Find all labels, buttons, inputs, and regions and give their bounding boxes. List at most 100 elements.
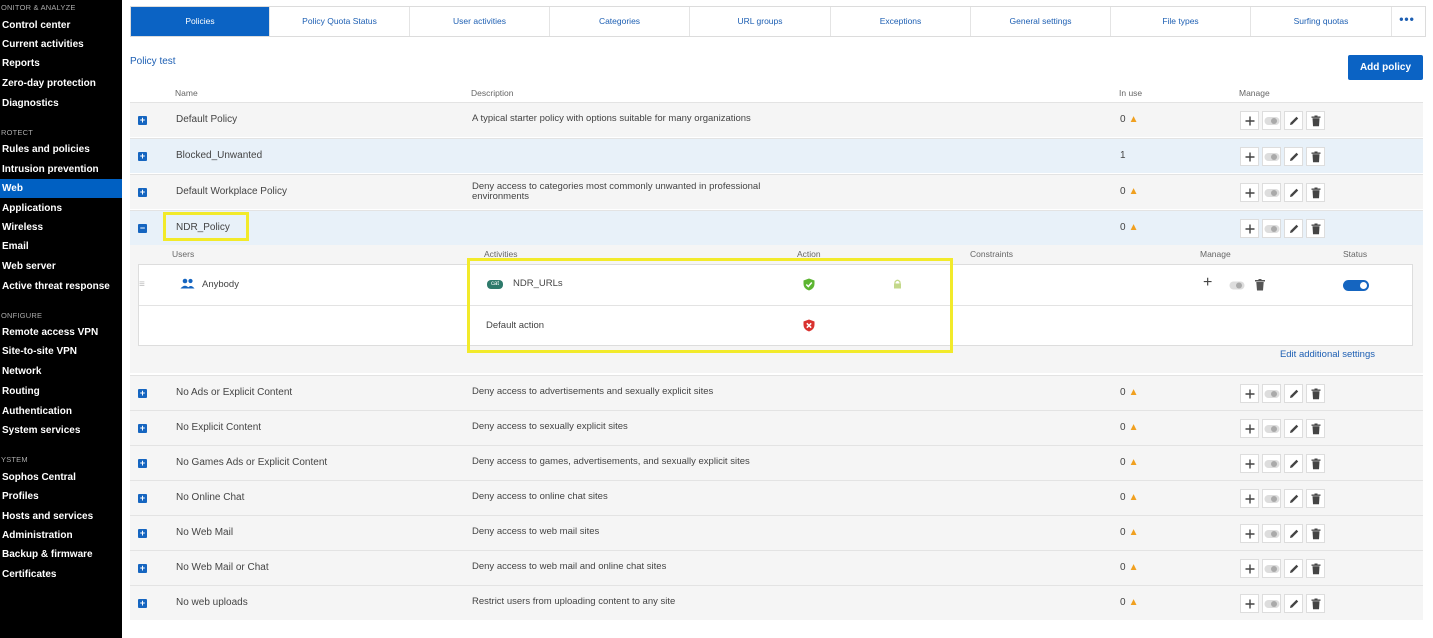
add-rule-icon[interactable]: + bbox=[1203, 274, 1212, 292]
clone-policy-button[interactable] bbox=[1262, 219, 1281, 238]
policy-row[interactable]: + No Ads or Explicit Content Deny access t… bbox=[130, 375, 1423, 410]
delete-policy-button[interactable] bbox=[1306, 219, 1325, 238]
tab-user-activities[interactable]: User activities bbox=[410, 7, 550, 36]
sidebar-item-current-activities[interactable]: Current activities bbox=[0, 35, 122, 54]
tab-general-settings[interactable]: General settings bbox=[971, 7, 1111, 36]
sidebar-item-reports[interactable]: Reports bbox=[0, 54, 122, 73]
clone-policy-button[interactable] bbox=[1262, 183, 1281, 202]
policy-row[interactable]: + No Web Mail Deny access to web mail site… bbox=[130, 515, 1423, 550]
sidebar-item-intrusion-prevention[interactable]: Intrusion prevention bbox=[0, 160, 122, 179]
delete-policy-button[interactable] bbox=[1306, 111, 1325, 130]
clone-policy-button[interactable] bbox=[1262, 524, 1281, 543]
edit-policy-button[interactable] bbox=[1284, 111, 1303, 130]
delete-policy-button[interactable] bbox=[1306, 524, 1325, 543]
expand-icon[interactable]: + bbox=[138, 529, 147, 538]
policy-test-link[interactable]: Policy test bbox=[130, 56, 176, 67]
add-rule-button[interactable] bbox=[1240, 524, 1259, 543]
delete-policy-button[interactable] bbox=[1306, 489, 1325, 508]
edit-policy-button[interactable] bbox=[1284, 219, 1303, 238]
clone-policy-button[interactable] bbox=[1262, 489, 1281, 508]
edit-policy-button[interactable] bbox=[1284, 454, 1303, 473]
clone-policy-button[interactable] bbox=[1262, 147, 1281, 166]
edit-policy-button[interactable] bbox=[1284, 489, 1303, 508]
sidebar-item-zero-day-protection[interactable]: Zero-day protection bbox=[0, 74, 122, 93]
collapse-icon[interactable]: − bbox=[138, 224, 147, 233]
edit-policy-button[interactable] bbox=[1284, 384, 1303, 403]
sidebar-item-sophos-central[interactable]: Sophos Central bbox=[0, 468, 122, 487]
add-rule-button[interactable] bbox=[1240, 489, 1259, 508]
delete-rule-icon[interactable] bbox=[1255, 279, 1265, 291]
expand-icon[interactable]: + bbox=[138, 152, 147, 161]
edit-additional-settings-link[interactable]: Edit additional settings bbox=[1280, 349, 1375, 360]
sidebar-item-wireless[interactable]: Wireless bbox=[0, 218, 122, 237]
delete-policy-button[interactable] bbox=[1306, 594, 1325, 613]
expand-icon[interactable]: + bbox=[138, 494, 147, 503]
add-rule-button[interactable] bbox=[1240, 111, 1259, 130]
sidebar-item-control-center[interactable]: Control center bbox=[0, 16, 122, 35]
sidebar-item-diagnostics[interactable]: Diagnostics bbox=[0, 94, 122, 113]
sidebar-item-hosts-and-services[interactable]: Hosts and services bbox=[0, 507, 122, 526]
sidebar-item-network[interactable]: Network bbox=[0, 362, 122, 381]
edit-policy-button[interactable] bbox=[1284, 147, 1303, 166]
tab-url-groups[interactable]: URL groups bbox=[690, 7, 831, 36]
sidebar-item-remote-access-vpn[interactable]: Remote access VPN bbox=[0, 323, 122, 342]
delete-policy-button[interactable] bbox=[1306, 384, 1325, 403]
sidebar-item-rules-and-policies[interactable]: Rules and policies bbox=[0, 140, 122, 159]
drag-handle-icon[interactable]: ≡ bbox=[139, 279, 145, 290]
more-tabs-button[interactable]: ••• bbox=[1392, 7, 1422, 36]
add-rule-button[interactable] bbox=[1240, 419, 1259, 438]
policy-row[interactable]: + Default Workplace Policy Deny access to … bbox=[130, 174, 1423, 209]
policy-row[interactable]: + No web uploads Restrict users from uploa… bbox=[130, 585, 1423, 620]
tab-policy-quota-status[interactable]: Policy Quota Status bbox=[270, 7, 410, 36]
policy-row[interactable]: + No Explicit Content Deny access to sexua… bbox=[130, 410, 1423, 445]
tab-file-types[interactable]: File types bbox=[1111, 7, 1251, 36]
expand-icon[interactable]: + bbox=[138, 389, 147, 398]
add-rule-button[interactable] bbox=[1240, 384, 1259, 403]
tab-surfing-quotas[interactable]: Surfing quotas bbox=[1251, 7, 1392, 36]
clone-policy-button[interactable] bbox=[1262, 384, 1281, 403]
delete-policy-button[interactable] bbox=[1306, 419, 1325, 438]
policy-row[interactable]: + Blocked_Unwanted 1 bbox=[130, 138, 1423, 173]
delete-policy-button[interactable] bbox=[1306, 183, 1325, 202]
policy-row[interactable]: + Default Policy A typical starter policy … bbox=[130, 102, 1423, 137]
sidebar-item-web[interactable]: Web bbox=[0, 179, 122, 198]
add-rule-button[interactable] bbox=[1240, 594, 1259, 613]
sidebar-item-site-to-site-vpn[interactable]: Site-to-site VPN bbox=[0, 342, 122, 361]
policy-row[interactable]: − NDR_Policy 0 ▲ bbox=[130, 210, 1423, 245]
expand-icon[interactable]: + bbox=[138, 424, 147, 433]
delete-policy-button[interactable] bbox=[1306, 559, 1325, 578]
sidebar-item-applications[interactable]: Applications bbox=[0, 199, 122, 218]
sidebar-item-administration[interactable]: Administration bbox=[0, 526, 122, 545]
sidebar-item-certificates[interactable]: Certificates bbox=[0, 565, 122, 584]
expand-icon[interactable]: + bbox=[138, 459, 147, 468]
expand-icon[interactable]: + bbox=[138, 116, 147, 125]
policy-row[interactable]: + No Games Ads or Explicit Content Deny ac… bbox=[130, 445, 1423, 480]
clone-rule-icon[interactable] bbox=[1229, 281, 1245, 290]
clone-policy-button[interactable] bbox=[1262, 559, 1281, 578]
sidebar-item-routing[interactable]: Routing bbox=[0, 382, 122, 401]
sidebar-item-backup-firmware[interactable]: Backup & firmware bbox=[0, 545, 122, 564]
expand-icon[interactable]: + bbox=[138, 599, 147, 608]
add-rule-button[interactable] bbox=[1240, 147, 1259, 166]
add-rule-button[interactable] bbox=[1240, 454, 1259, 473]
tab-exceptions[interactable]: Exceptions bbox=[831, 7, 971, 36]
edit-policy-button[interactable] bbox=[1284, 524, 1303, 543]
sidebar-item-authentication[interactable]: Authentication bbox=[0, 402, 122, 421]
delete-policy-button[interactable] bbox=[1306, 454, 1325, 473]
edit-policy-button[interactable] bbox=[1284, 559, 1303, 578]
sidebar-item-email[interactable]: Email bbox=[0, 237, 122, 256]
sidebar-item-active-threat-response[interactable]: Active threat response bbox=[0, 277, 122, 296]
policy-row[interactable]: + No Web Mail or Chat Deny access to web m… bbox=[130, 550, 1423, 585]
clone-policy-button[interactable] bbox=[1262, 419, 1281, 438]
clone-policy-button[interactable] bbox=[1262, 594, 1281, 613]
sidebar-item-profiles[interactable]: Profiles bbox=[0, 487, 122, 506]
expand-icon[interactable]: + bbox=[138, 188, 147, 197]
delete-policy-button[interactable] bbox=[1306, 147, 1325, 166]
tab-policies[interactable]: Policies bbox=[131, 7, 270, 36]
expand-icon[interactable]: + bbox=[138, 564, 147, 573]
edit-policy-button[interactable] bbox=[1284, 183, 1303, 202]
edit-policy-button[interactable] bbox=[1284, 419, 1303, 438]
rule-status-toggle[interactable] bbox=[1343, 280, 1369, 291]
clone-policy-button[interactable] bbox=[1262, 454, 1281, 473]
add-rule-button[interactable] bbox=[1240, 219, 1259, 238]
